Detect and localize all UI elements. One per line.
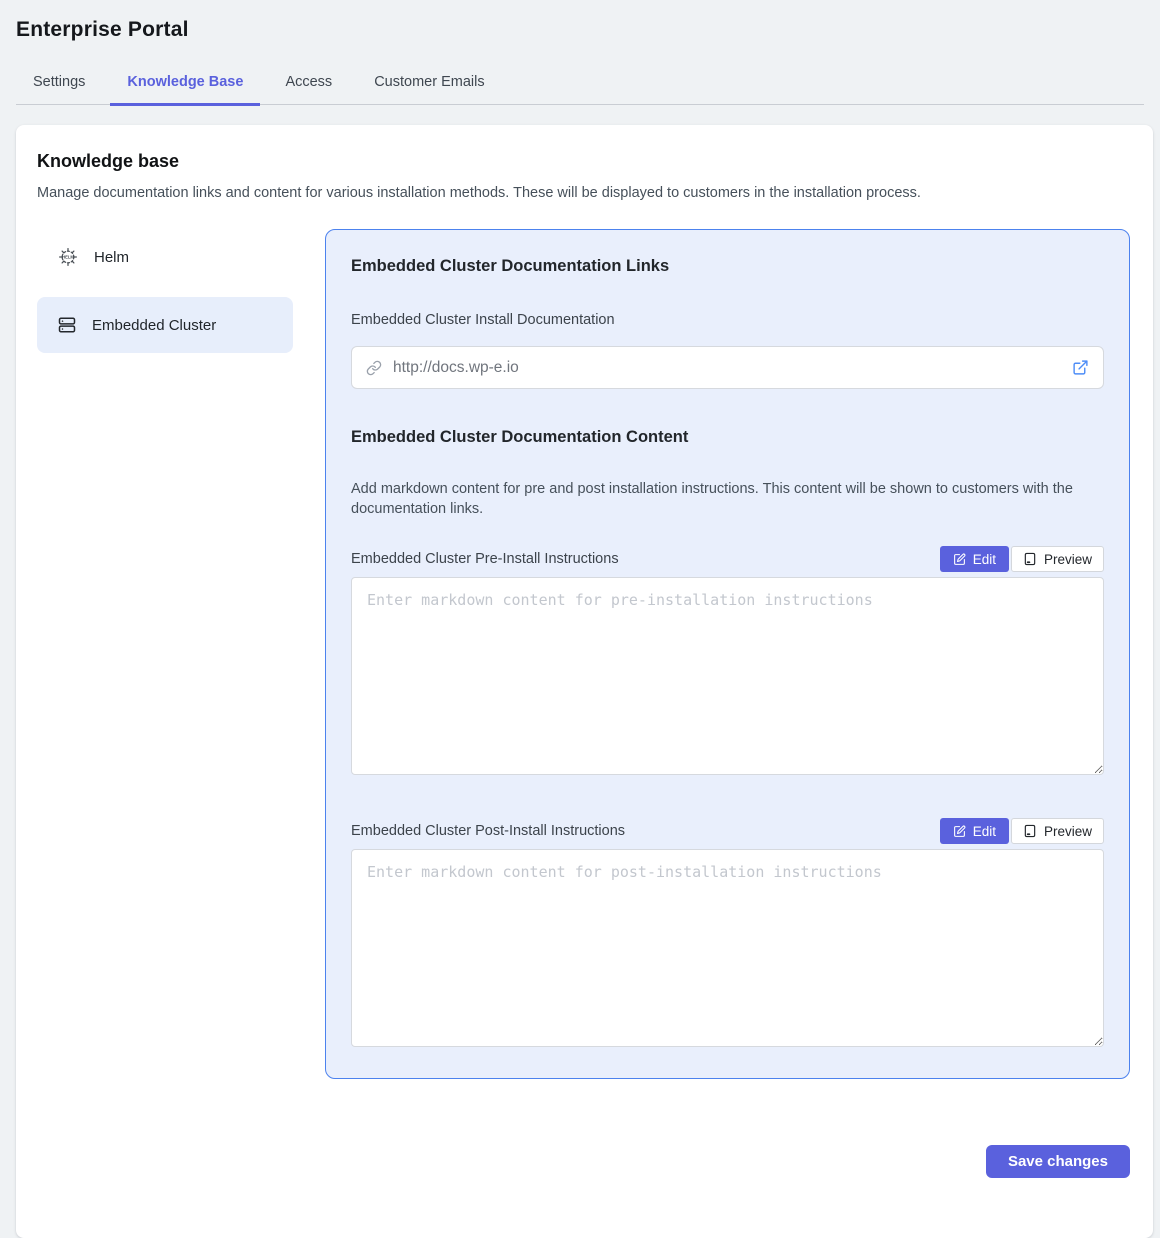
post-install-label: Embedded Cluster Post-Install Instructio… (351, 823, 625, 839)
content-row: HELM Helm Embedded Cluster Embedde (37, 229, 1130, 1079)
edit-button[interactable]: Edit (940, 818, 1009, 844)
page-title: Enterprise Portal (16, 18, 1144, 42)
helm-logo-icon: HELM (58, 247, 78, 267)
book-icon (1023, 552, 1037, 566)
sidebar-item-embedded-cluster[interactable]: Embedded Cluster (37, 297, 293, 353)
card-heading: Knowledge base (37, 151, 1130, 172)
links-section-heading: Embedded Cluster Documentation Links (351, 257, 1104, 276)
server-stack-icon (58, 316, 76, 334)
card-description: Manage documentation links and content f… (37, 185, 1130, 201)
pencil-square-icon (953, 825, 966, 838)
knowledge-base-card: Knowledge base Manage documentation link… (16, 125, 1153, 1238)
embedded-cluster-panel: Embedded Cluster Documentation Links Emb… (325, 229, 1130, 1079)
sidebar-item-helm[interactable]: HELM Helm (37, 229, 293, 285)
save-row: Save changes (37, 1145, 1130, 1178)
post-install-label-row: Embedded Cluster Post-Install Instructio… (351, 818, 1104, 844)
external-link-icon[interactable] (1072, 359, 1089, 376)
pencil-square-icon (953, 553, 966, 566)
preview-button-label: Preview (1044, 824, 1092, 839)
edit-button-label: Edit (973, 824, 996, 839)
tab-customer-emails[interactable]: Customer Emails (357, 66, 501, 106)
preview-button[interactable]: Preview (1011, 818, 1104, 844)
install-doc-input[interactable] (391, 358, 1063, 378)
edit-button[interactable]: Edit (940, 546, 1009, 572)
tab-settings[interactable]: Settings (16, 66, 102, 106)
post-install-textarea[interactable] (351, 849, 1104, 1047)
preview-button-label: Preview (1044, 552, 1092, 567)
sidebar-item-label: Embedded Cluster (92, 317, 216, 334)
post-install-editor-toggle: Edit Preview (940, 818, 1104, 844)
save-changes-button[interactable]: Save changes (986, 1145, 1130, 1178)
edit-button-label: Edit (973, 552, 996, 567)
pre-install-textarea[interactable] (351, 577, 1104, 775)
pre-install-label: Embedded Cluster Pre-Install Instruction… (351, 551, 619, 567)
page-header: Enterprise Portal Settings Knowledge Bas… (0, 0, 1160, 105)
install-doc-input-wrap (351, 346, 1104, 389)
install-doc-label: Embedded Cluster Install Documentation (351, 312, 1104, 328)
content-section-heading: Embedded Cluster Documentation Content (351, 428, 1104, 447)
book-icon (1023, 824, 1037, 838)
content-section-description: Add markdown content for pre and post in… (351, 479, 1104, 519)
install-method-nav: HELM Helm Embedded Cluster (37, 229, 293, 365)
tab-knowledge-base[interactable]: Knowledge Base (110, 66, 260, 106)
pre-install-label-row: Embedded Cluster Pre-Install Instruction… (351, 546, 1104, 572)
tab-bar: Settings Knowledge Base Access Customer … (16, 66, 1144, 105)
sidebar-item-label: Helm (94, 249, 129, 266)
tab-access[interactable]: Access (268, 66, 349, 106)
pre-install-editor-toggle: Edit Preview (940, 546, 1104, 572)
link-icon (366, 360, 382, 376)
svg-text:HELM: HELM (62, 255, 74, 260)
preview-button[interactable]: Preview (1011, 546, 1104, 572)
